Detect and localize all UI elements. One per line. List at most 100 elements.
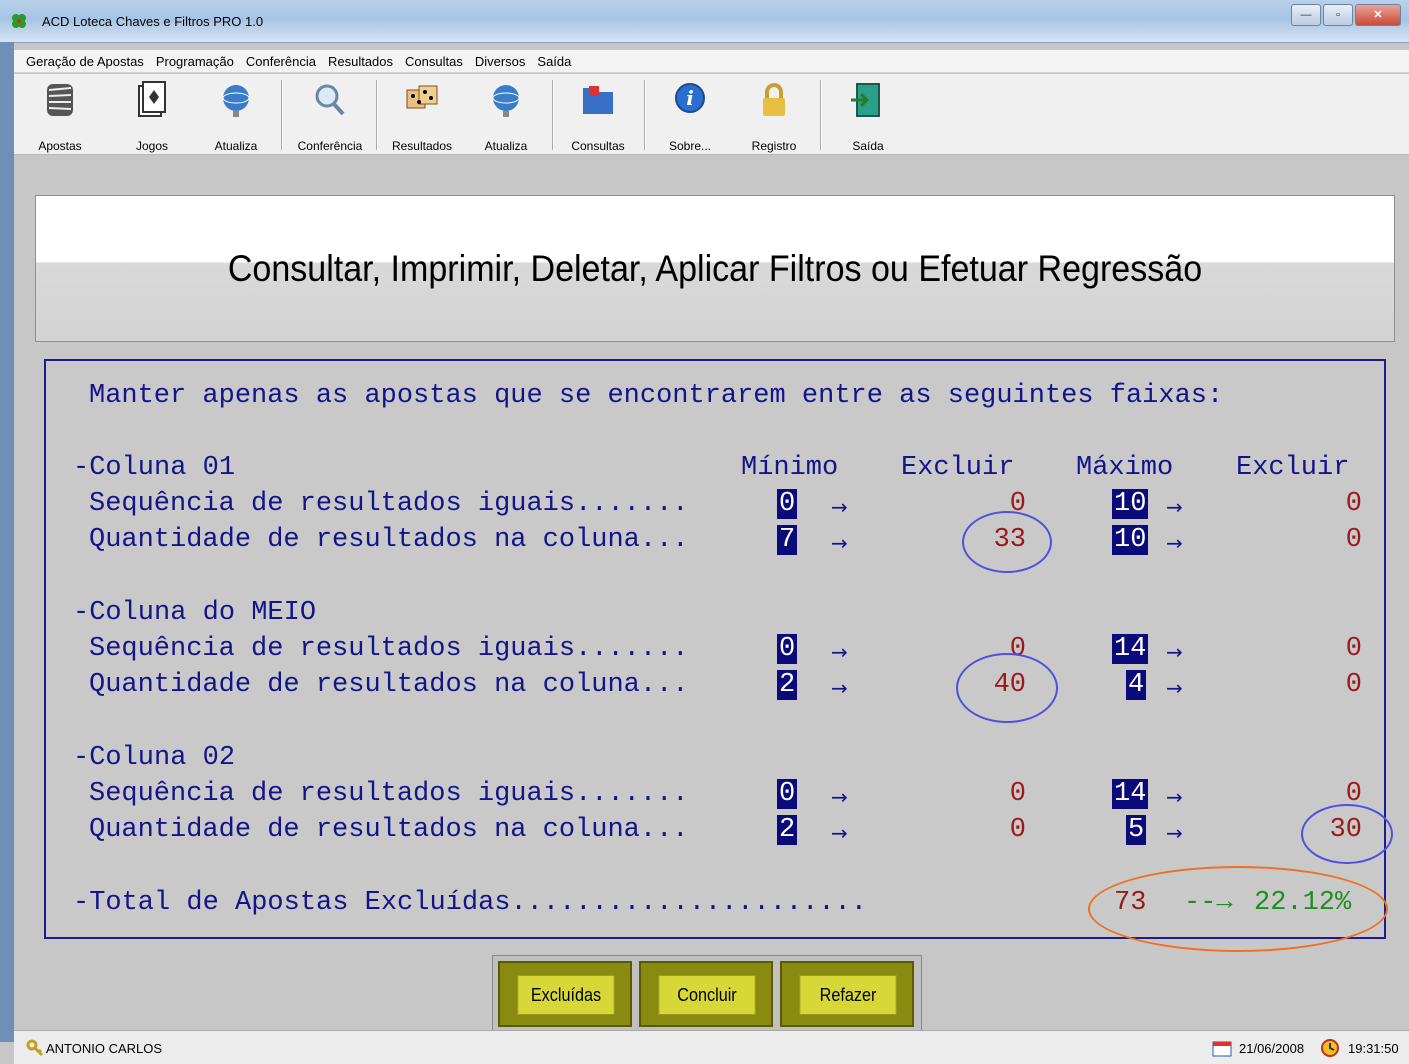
window-frame bbox=[0, 42, 14, 1042]
toolbar-jogos-label: Jogos bbox=[135, 139, 169, 153]
row-label: Quantidade de resultados na coluna... bbox=[89, 815, 689, 845]
calendar-icon bbox=[1212, 1041, 1232, 1057]
concluir-button[interactable]: Concluir bbox=[639, 961, 773, 1027]
menu-programacao[interactable]: Programação bbox=[156, 54, 234, 69]
toolbar-apostas-button[interactable]: Apostas bbox=[28, 78, 92, 153]
excluded-count: 0 bbox=[1009, 779, 1026, 809]
minimize-button[interactable]: — bbox=[1291, 4, 1321, 26]
menu-diversos[interactable]: Diversos bbox=[475, 54, 526, 69]
filter-panel: Manter apenas as apostas que se encontra… bbox=[44, 359, 1393, 952]
svg-text:i: i bbox=[686, 86, 694, 110]
action-buttons: Excluídas Concluir Refazer bbox=[492, 955, 922, 1033]
arrow-icon: → bbox=[831, 531, 848, 555]
section-coluna-meio: -Coluna do MEIO bbox=[73, 598, 317, 628]
toolbar-atualiza-label: Atualiza bbox=[214, 139, 258, 153]
excluidas-button-label: Excluídas bbox=[517, 975, 615, 1015]
arrow-icon: → bbox=[831, 676, 848, 700]
globe-icon bbox=[222, 85, 250, 117]
toolbar-consultas-button[interactable]: Consultas bbox=[564, 78, 632, 153]
toolbar-atualiza2-label: Atualiza bbox=[484, 139, 528, 153]
min-value-field[interactable]: 0 bbox=[777, 489, 798, 519]
toolbar-jogos-button[interactable]: Jogos bbox=[120, 78, 184, 153]
menu-resultados[interactable]: Resultados bbox=[328, 54, 393, 69]
min-value-field[interactable]: 7 bbox=[777, 525, 798, 555]
menu-bar: Geração de Apostas Programação Conferênc… bbox=[14, 50, 1409, 73]
maximize-button[interactable]: ▫ bbox=[1323, 4, 1353, 26]
lock-icon bbox=[763, 83, 785, 116]
refazer-button[interactable]: Refazer bbox=[780, 961, 914, 1027]
header-excluir-min: Excluir bbox=[901, 453, 1015, 483]
status-bar: ANTONIO CARLOS 21/06/2008 19:31:50 bbox=[14, 1030, 1409, 1064]
max-value-field[interactable]: 10 bbox=[1112, 525, 1149, 555]
arrow-icon: → bbox=[1166, 495, 1183, 519]
filter-intro: Manter apenas as apostas que se encontra… bbox=[89, 381, 1224, 411]
page-title: Consultar, Imprimir, Deletar, Aplicar Fi… bbox=[227, 248, 1203, 289]
title-bar: ACD Loteca Chaves e Filtros PRO 1.0 — ▫ … bbox=[0, 0, 1409, 43]
toolbar-resultados-label: Resultados bbox=[391, 139, 453, 153]
toolbar-conferencia-label: Conferência bbox=[297, 139, 363, 153]
toolbar-atualiza2-button[interactable]: Atualiza bbox=[474, 78, 538, 153]
clover-icon bbox=[12, 14, 26, 28]
toolbar-sobre-label: Sobre... bbox=[668, 139, 712, 153]
arrow-icon: → bbox=[831, 495, 848, 519]
close-button[interactable]: ✕ bbox=[1355, 4, 1401, 26]
zebra-icon bbox=[47, 84, 73, 116]
toolbar-resultados-button[interactable]: Resultados bbox=[384, 78, 460, 153]
excluded-count: 30 bbox=[1329, 815, 1362, 845]
arrow-icon: → bbox=[1166, 785, 1183, 809]
toolbar-apostas-label: Apostas bbox=[38, 139, 82, 153]
arrow-icon: → bbox=[1166, 640, 1183, 664]
excluded-count: 0 bbox=[1009, 634, 1026, 664]
toolbar-conferencia-button[interactable]: Conferência bbox=[290, 78, 370, 153]
max-value-field[interactable]: 5 bbox=[1126, 815, 1147, 845]
toolbar-registro-label: Registro bbox=[751, 139, 797, 153]
excluded-count: 0 bbox=[1345, 779, 1362, 809]
row-label: Sequência de resultados iguais....... bbox=[89, 489, 689, 519]
clock-icon bbox=[1321, 1039, 1339, 1057]
excluded-count: 0 bbox=[1345, 489, 1362, 519]
excluded-count: 40 bbox=[993, 670, 1026, 700]
row-label: Sequência de resultados iguais....... bbox=[89, 634, 689, 664]
min-value-field[interactable]: 0 bbox=[777, 779, 798, 809]
arrow-icon: → bbox=[831, 821, 848, 845]
min-value-field[interactable]: 0 bbox=[777, 634, 798, 664]
toolbar-sobre-button[interactable]: i Sobre... bbox=[658, 78, 722, 153]
excluded-count: 0 bbox=[1009, 815, 1026, 845]
exit-door-icon bbox=[851, 83, 880, 117]
max-value-field[interactable]: 14 bbox=[1112, 634, 1149, 664]
excluded-count: 0 bbox=[1345, 670, 1362, 700]
total-excluded-value: 73 bbox=[1114, 888, 1147, 918]
status-time: 19:31:50 bbox=[1348, 1041, 1399, 1056]
toolbar-saida-button[interactable]: Saída bbox=[836, 78, 900, 153]
excluded-count: 0 bbox=[1345, 634, 1362, 664]
arrow-icon: → bbox=[831, 640, 848, 664]
min-value-field[interactable]: 2 bbox=[777, 670, 798, 700]
toolbar-atualiza-button[interactable]: Atualiza bbox=[204, 78, 268, 153]
max-value-field[interactable]: 10 bbox=[1112, 489, 1149, 519]
excluded-count: 0 bbox=[1345, 525, 1362, 555]
toolbar-registro-button[interactable]: Registro bbox=[742, 78, 806, 153]
menu-conferencia[interactable]: Conferência bbox=[246, 54, 316, 69]
header-panel: Consultar, Imprimir, Deletar, Aplicar Fi… bbox=[35, 195, 1395, 342]
excluidas-button[interactable]: Excluídas bbox=[498, 961, 632, 1027]
globe-icon bbox=[492, 85, 520, 117]
excluded-count: 33 bbox=[993, 525, 1026, 555]
section-coluna-02: -Coluna 02 bbox=[73, 743, 236, 773]
info-icon: i bbox=[675, 83, 705, 113]
menu-saida[interactable]: Saída bbox=[537, 54, 571, 69]
max-value-field[interactable]: 14 bbox=[1112, 779, 1149, 809]
row-label: Quantidade de resultados na coluna... bbox=[89, 525, 689, 555]
window-title: ACD Loteca Chaves e Filtros PRO 1.0 bbox=[42, 14, 264, 29]
max-value-field[interactable]: 4 bbox=[1126, 670, 1147, 700]
menu-geracao-de-apostas[interactable]: Geração de Apostas bbox=[26, 54, 144, 69]
toolbar: Apostas Jogos Atualiza Conferência Resul… bbox=[14, 74, 1409, 155]
magnifier-icon bbox=[315, 84, 345, 116]
arrow-icon: → bbox=[1166, 676, 1183, 700]
concluir-button-label: Concluir bbox=[658, 975, 756, 1015]
folder-icon bbox=[583, 86, 613, 114]
menu-consultas[interactable]: Consultas bbox=[405, 54, 463, 69]
row-label: Quantidade de resultados na coluna... bbox=[89, 670, 689, 700]
min-value-field[interactable]: 2 bbox=[777, 815, 798, 845]
cards-icon bbox=[138, 81, 166, 117]
arrow-icon: → bbox=[1166, 821, 1183, 845]
